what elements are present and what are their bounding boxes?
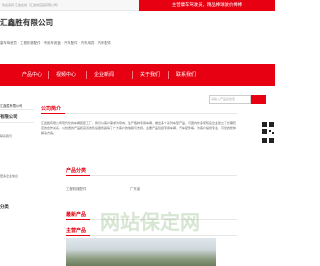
section-rule: [65, 113, 237, 114]
top-bar: 欢迎来到 汇金在线（汇金供应链有限公司） 主营康车驾驶员，精品棒球驶价棒棒: [0, 0, 275, 11]
main-products-title: 主营产品: [66, 228, 87, 234]
latest-underline: [66, 219, 90, 220]
sidebar-more-info[interactable]: 更多企业信息: [0, 174, 18, 178]
nav-item-about[interactable]: 关于我们: [136, 64, 164, 86]
about-title: 公司简介: [41, 106, 62, 112]
nav-menu: 产品中心 视频中心 企业新闻 关于我们 联系我们: [0, 64, 275, 86]
sidebar-company: 有限公司: [0, 115, 18, 120]
divider: [0, 122, 34, 123]
sidebar-contact[interactable]: 联系我们: [0, 134, 12, 138]
categories-title: 产品分类: [66, 168, 87, 174]
site-title[interactable]: 汇鑫胜有限公司: [0, 17, 160, 28]
nav-divider: [168, 71, 169, 79]
nav-item-news[interactable]: 企业新闻: [90, 64, 118, 86]
search-input[interactable]: 请输入产品名搜索: [209, 95, 251, 104]
nav-item-products[interactable]: 产品中心: [18, 64, 46, 86]
main-navbar: 产品中心 视频中心 企业新闻 关于我们 联系我们: [0, 64, 275, 86]
main-products-underline: [66, 235, 90, 236]
latest-title: 最新产品: [66, 212, 87, 218]
sidebar-title: 汇鑫胜有限公司: [0, 104, 23, 108]
welcome-text: 欢迎来到 汇金在线（汇金供应链有限公司）: [2, 3, 60, 7]
about-underline: [41, 113, 65, 114]
category-item[interactable]: 工程机械配件: [66, 186, 86, 191]
nav-divider: [86, 71, 87, 79]
nav-item-contact[interactable]: 联系我们: [172, 64, 200, 86]
promo-banner[interactable]: 主营康车驾驶员，精品棒球驶价棒棒: [139, 0, 275, 11]
divider: [0, 109, 34, 110]
about-text: 汇鑫胜有限公司现代化的车辆装配工厂，我们以客户需求为导向，生产各种专用车辆，推出…: [41, 121, 237, 136]
search-button[interactable]: [251, 95, 266, 104]
site-description: 康车驾驶员 · 工程机械配件 · 专用车底盘 · 汽车配件 · 汽车用具 · 汽…: [0, 41, 112, 45]
qr-code: [260, 118, 275, 152]
nav-divider: [132, 71, 133, 79]
nav-item-videos[interactable]: 视频中心: [52, 64, 80, 86]
watermark-text: 网站保定网: [100, 210, 200, 234]
categories-underline: [66, 175, 90, 176]
nav-divider: [48, 71, 49, 79]
watermark: 网站保定网: [100, 176, 270, 256]
sidebar-category-head: 分类: [0, 205, 9, 210]
